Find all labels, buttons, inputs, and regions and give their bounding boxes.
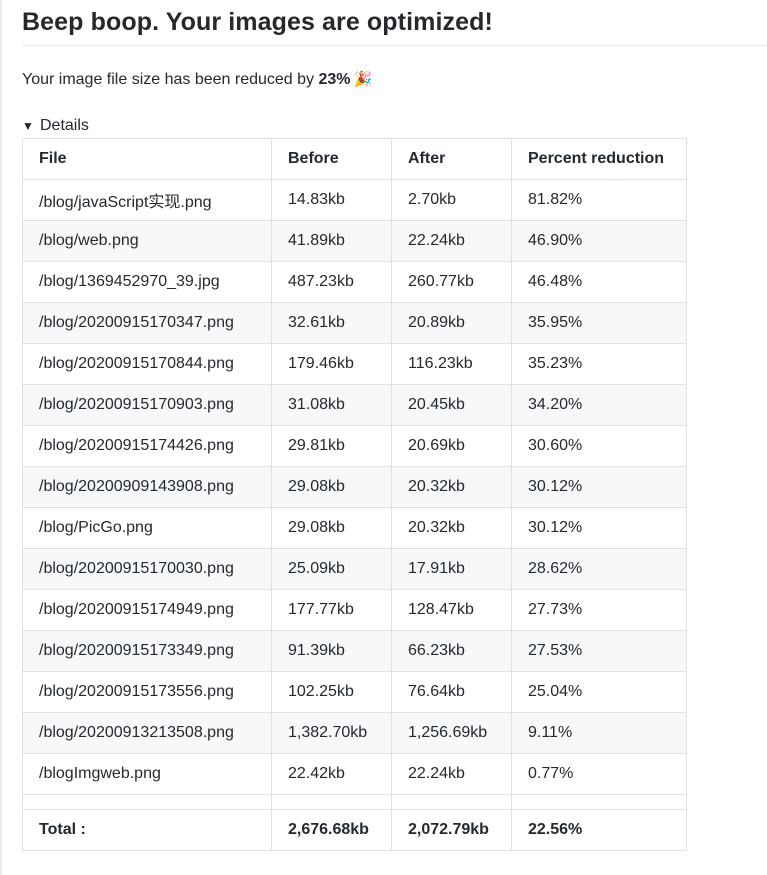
- cell-before: 22.42kb: [271, 753, 392, 795]
- cell-after: 20.32kb: [391, 507, 512, 549]
- cell-after: 20.32kb: [391, 466, 512, 508]
- cell-after: 1,256.69kb: [391, 712, 512, 754]
- cell-percent: 30.12%: [511, 466, 687, 508]
- cell-after: 17.91kb: [391, 548, 512, 590]
- cell-before: 14.83kb: [271, 179, 392, 221]
- summary-percent: 23%: [318, 71, 351, 88]
- cell-before: 91.39kb: [271, 630, 392, 672]
- cell-percent: 46.90%: [511, 220, 687, 262]
- total-after: 2,072.79kb: [391, 809, 512, 851]
- cell-before: 29.81kb: [271, 425, 392, 467]
- cell-after: 260.77kb: [391, 261, 512, 303]
- table-row: /blog/20200915174426.png 29.81kb 20.69kb 30…: [22, 425, 687, 467]
- cell-file: /blog/20200915174426.png: [22, 425, 272, 467]
- cell-after: 22.24kb: [391, 220, 512, 262]
- summary-prefix: Your image file size has been reduced by: [22, 71, 319, 88]
- cell-after: 2.70kb: [391, 179, 512, 221]
- cell-after: 116.23kb: [391, 343, 512, 385]
- cell-after: 20.89kb: [391, 302, 512, 344]
- total-label: Total :: [22, 809, 272, 851]
- cell-percent: 25.04%: [511, 671, 687, 713]
- cell-file: /blogImgweb.png: [22, 753, 272, 795]
- cell-after: 22.24kb: [391, 753, 512, 795]
- table-row: /blog/20200909143908.png 29.08kb 20.32kb 30…: [22, 466, 687, 508]
- cell-file: /blog/javaScript实现.png: [22, 179, 272, 221]
- table-row: /blog/1369452970_39.jpg 487.23kb 260.77kb 4…: [22, 261, 687, 303]
- table-row: /blog/20200913213508.png 1,382.70kb 1,256.…: [22, 712, 687, 754]
- cell-before: 102.25kb: [271, 671, 392, 713]
- table-body: /blog/javaScript实现.png 14.83kb 2.70kb 81.82…: [22, 179, 687, 795]
- table-row: /blog/javaScript实现.png 14.83kb 2.70kb 81.82…: [22, 179, 687, 221]
- table-row: /blog/20200915170347.png 32.61kb 20.89kb 35…: [22, 302, 687, 344]
- cell-after: 66.23kb: [391, 630, 512, 672]
- cell-before: 25.09kb: [271, 548, 392, 590]
- table-row: /blogImgweb.png 22.42kb 22.24kb 0.77%: [22, 753, 687, 795]
- cell-before: 29.08kb: [271, 466, 392, 508]
- cell-file: /blog/20200915170903.png: [22, 384, 272, 426]
- cell-percent: 34.20%: [511, 384, 687, 426]
- cell-before: 1,382.70kb: [271, 712, 392, 754]
- cell-before: 31.08kb: [271, 384, 392, 426]
- cell-percent: 30.12%: [511, 507, 687, 549]
- total-row: Total : 2,676.68kb 2,072.79kb 22.56%: [22, 809, 687, 851]
- table-header-row: File Before After Percent reduction: [22, 138, 687, 180]
- details-toggle[interactable]: ▼ Details: [22, 114, 89, 138]
- table-row: /blog/20200915170903.png 31.08kb 20.45kb 34…: [22, 384, 687, 426]
- cell-file: /blog/20200909143908.png: [22, 466, 272, 508]
- header-before: Before: [271, 138, 392, 180]
- cell-before: 487.23kb: [271, 261, 392, 303]
- table-row: /blog/web.png 41.89kb 22.24kb 46.90%: [22, 220, 687, 262]
- cell-percent: 27.53%: [511, 630, 687, 672]
- cell-after: 76.64kb: [391, 671, 512, 713]
- summary-text: Your image file size has been reduced by…: [22, 68, 372, 92]
- total-percent: 22.56%: [511, 809, 687, 851]
- cell-after: 20.45kb: [391, 384, 512, 426]
- cell-percent: 27.73%: [511, 589, 687, 631]
- total-before: 2,676.68kb: [271, 809, 392, 851]
- cell-file: /blog/20200915174949.png: [22, 589, 272, 631]
- optimization-table: File Before After Percent reduction /blo…: [22, 138, 687, 851]
- cell-before: 179.46kb: [271, 343, 392, 385]
- table-row: /blog/20200915170030.png 25.09kb 17.91kb 28…: [22, 548, 687, 590]
- comment-page: Beep boop. Your images are optimized! Yo…: [0, 0, 767, 875]
- cell-percent: 35.23%: [511, 343, 687, 385]
- cell-file: /blog/PicGo.png: [22, 507, 272, 549]
- cell-before: 29.08kb: [271, 507, 392, 549]
- cell-percent: 35.95%: [511, 302, 687, 344]
- cell-percent: 81.82%: [511, 179, 687, 221]
- table-row: /blog/20200915170844.png 179.46kb 116.23kb…: [22, 343, 687, 385]
- cell-file: /blog/20200915173349.png: [22, 630, 272, 672]
- left-border: [0, 0, 2, 875]
- header-file: File: [22, 138, 272, 180]
- page-title: Beep boop. Your images are optimized!: [22, 0, 767, 46]
- cell-file: /blog/20200913213508.png: [22, 712, 272, 754]
- cell-file: /blog/20200915170030.png: [22, 548, 272, 590]
- cell-percent: 9.11%: [511, 712, 687, 754]
- table-row: /blog/20200915174949.png 177.77kb 128.47kb…: [22, 589, 687, 631]
- cell-file: /blog/web.png: [22, 220, 272, 262]
- table-row: /blog/PicGo.png 29.08kb 20.32kb 30.12%: [22, 507, 687, 549]
- cell-percent: 30.60%: [511, 425, 687, 467]
- header-percent-reduction: Percent reduction: [511, 138, 687, 180]
- cell-after: 20.69kb: [391, 425, 512, 467]
- party-popper-icon: 🎉: [353, 71, 373, 88]
- cell-before: 177.77kb: [271, 589, 392, 631]
- cell-file: /blog/20200915173556.png: [22, 671, 272, 713]
- triangle-down-icon: ▼: [22, 119, 34, 133]
- cell-percent: 46.48%: [511, 261, 687, 303]
- details-label: Details: [40, 117, 89, 134]
- cell-file: /blog/20200915170844.png: [22, 343, 272, 385]
- table-row: /blog/20200915173556.png 102.25kb 76.64kb 2…: [22, 671, 687, 713]
- cell-after: 128.47kb: [391, 589, 512, 631]
- spacer-row: [22, 794, 687, 810]
- cell-percent: 0.77%: [511, 753, 687, 795]
- comment-body: Beep boop. Your images are optimized! Yo…: [22, 0, 767, 851]
- cell-file: /blog/20200915170347.png: [22, 302, 272, 344]
- table-row: /blog/20200915173349.png 91.39kb 66.23kb 27…: [22, 630, 687, 672]
- cell-before: 41.89kb: [271, 220, 392, 262]
- header-after: After: [391, 138, 512, 180]
- cell-file: /blog/1369452970_39.jpg: [22, 261, 272, 303]
- cell-percent: 28.62%: [511, 548, 687, 590]
- cell-before: 32.61kb: [271, 302, 392, 344]
